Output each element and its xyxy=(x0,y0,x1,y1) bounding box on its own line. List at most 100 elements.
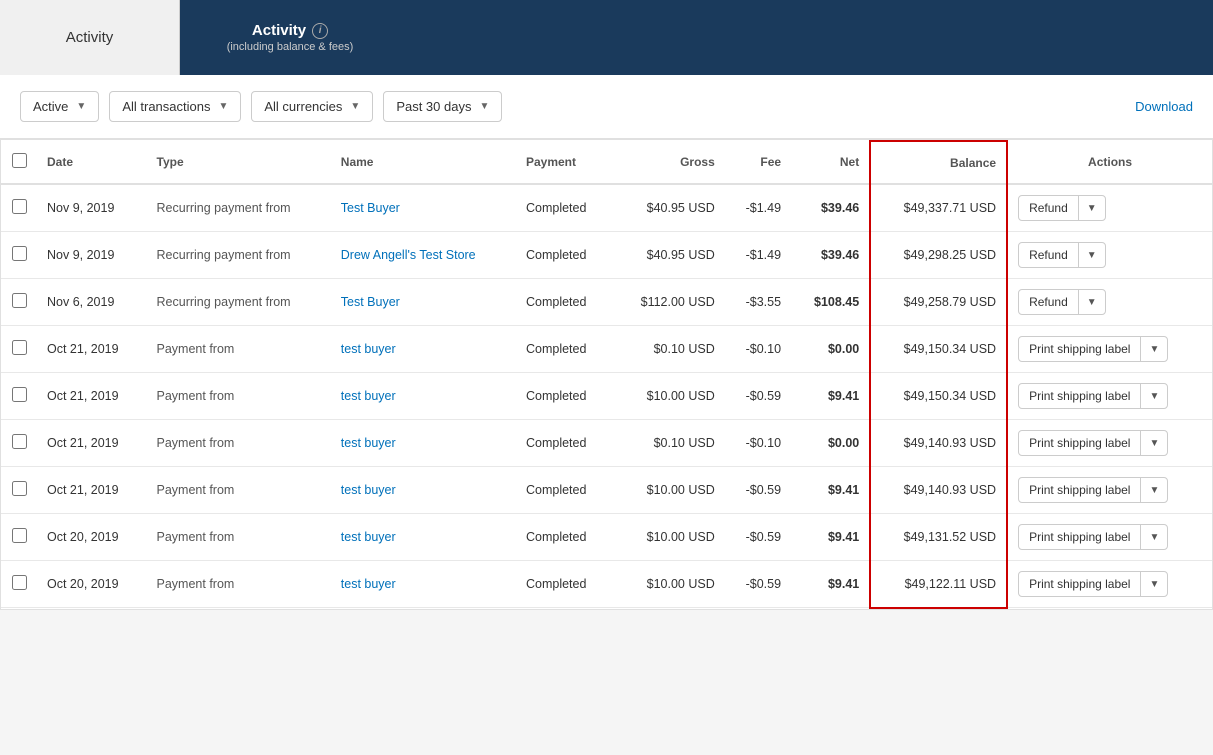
table-row: Oct 20, 2019 Payment from test buyer Com… xyxy=(1,561,1212,608)
row-name: Test Buyer xyxy=(331,184,516,232)
table-row: Oct 21, 2019 Payment from test buyer Com… xyxy=(1,420,1212,467)
action-button[interactable]: Print shipping label ▼ xyxy=(1018,336,1168,362)
action-btn-label[interactable]: Refund xyxy=(1019,196,1079,220)
row-fee: -$3.55 xyxy=(725,279,791,326)
row-checkbox[interactable] xyxy=(12,387,27,402)
row-date: Oct 21, 2019 xyxy=(37,373,147,420)
row-checkbox[interactable] xyxy=(12,246,27,261)
row-checkbox[interactable] xyxy=(12,481,27,496)
action-btn-chevron-icon[interactable]: ▼ xyxy=(1141,480,1167,501)
row-checkbox[interactable] xyxy=(12,340,27,355)
tab-activity-inactive[interactable]: Activity xyxy=(0,0,180,75)
row-name: Drew Angell's Test Store xyxy=(331,232,516,279)
row-name-link[interactable]: test buyer xyxy=(341,483,396,497)
row-date: Oct 21, 2019 xyxy=(37,420,147,467)
action-button[interactable]: Print shipping label ▼ xyxy=(1018,383,1168,409)
row-name-link[interactable]: Drew Angell's Test Store xyxy=(341,248,476,262)
row-name: Test Buyer xyxy=(331,279,516,326)
action-btn-chevron-icon[interactable]: ▼ xyxy=(1141,433,1167,454)
transactions-dropdown[interactable]: All transactions ▼ xyxy=(109,91,241,122)
select-all-checkbox[interactable] xyxy=(12,153,27,168)
row-gross: $0.10 USD xyxy=(612,420,725,467)
row-gross: $10.00 USD xyxy=(612,373,725,420)
row-balance: $49,140.93 USD xyxy=(870,467,1007,514)
action-button[interactable]: Print shipping label ▼ xyxy=(1018,571,1168,597)
row-name: test buyer xyxy=(331,514,516,561)
row-type: Recurring payment from xyxy=(147,232,331,279)
action-btn-label[interactable]: Print shipping label xyxy=(1019,384,1141,408)
info-icon[interactable]: i xyxy=(312,23,328,39)
action-button[interactable]: Refund ▼ xyxy=(1018,242,1106,268)
header-fee: Fee xyxy=(725,141,791,184)
row-name-link[interactable]: Test Buyer xyxy=(341,201,400,215)
download-button[interactable]: Download xyxy=(1135,99,1193,114)
row-payment: Completed xyxy=(516,232,612,279)
action-btn-label[interactable]: Refund xyxy=(1019,290,1079,314)
action-button[interactable]: Print shipping label ▼ xyxy=(1018,477,1168,503)
row-checkbox-cell xyxy=(1,279,37,326)
row-actions-cell: Print shipping label ▼ xyxy=(1007,326,1212,373)
row-checkbox[interactable] xyxy=(12,199,27,214)
row-gross: $40.95 USD xyxy=(612,184,725,232)
action-button[interactable]: Refund ▼ xyxy=(1018,195,1106,221)
row-fee: -$0.59 xyxy=(725,561,791,608)
action-btn-chevron-icon[interactable]: ▼ xyxy=(1079,198,1105,219)
action-btn-chevron-icon[interactable]: ▼ xyxy=(1141,339,1167,360)
action-btn-label[interactable]: Refund xyxy=(1019,243,1079,267)
status-label: Active xyxy=(33,99,68,114)
action-btn-chevron-icon[interactable]: ▼ xyxy=(1141,527,1167,548)
table-row: Oct 20, 2019 Payment from test buyer Com… xyxy=(1,514,1212,561)
row-checkbox[interactable] xyxy=(12,575,27,590)
row-checkbox-cell xyxy=(1,514,37,561)
action-btn-chevron-icon[interactable]: ▼ xyxy=(1141,386,1167,407)
row-payment: Completed xyxy=(516,326,612,373)
action-btn-chevron-icon[interactable]: ▼ xyxy=(1141,574,1167,595)
row-checkbox[interactable] xyxy=(12,434,27,449)
action-btn-chevron-icon[interactable]: ▼ xyxy=(1079,245,1105,266)
row-name-link[interactable]: test buyer xyxy=(341,342,396,356)
row-name-link[interactable]: test buyer xyxy=(341,577,396,591)
action-btn-chevron-icon[interactable]: ▼ xyxy=(1079,292,1105,313)
row-type: Payment from xyxy=(147,467,331,514)
action-btn-label[interactable]: Print shipping label xyxy=(1019,525,1141,549)
table-row: Oct 21, 2019 Payment from test buyer Com… xyxy=(1,467,1212,514)
row-actions-cell: Print shipping label ▼ xyxy=(1007,561,1212,608)
action-button[interactable]: Print shipping label ▼ xyxy=(1018,524,1168,550)
row-actions-cell: Print shipping label ▼ xyxy=(1007,420,1212,467)
status-dropdown[interactable]: Active ▼ xyxy=(20,91,99,122)
daterange-dropdown[interactable]: Past 30 days ▼ xyxy=(383,91,502,122)
row-checkbox-cell xyxy=(1,420,37,467)
row-payment: Completed xyxy=(516,373,612,420)
row-fee: -$0.59 xyxy=(725,373,791,420)
row-name-link[interactable]: test buyer xyxy=(341,436,396,450)
action-button[interactable]: Refund ▼ xyxy=(1018,289,1106,315)
row-date: Oct 20, 2019 xyxy=(37,514,147,561)
table-row: Nov 9, 2019 Recurring payment from Drew … xyxy=(1,232,1212,279)
row-actions-cell: Refund ▼ xyxy=(1007,184,1212,232)
row-date: Oct 20, 2019 xyxy=(37,561,147,608)
row-payment: Completed xyxy=(516,279,612,326)
row-checkbox[interactable] xyxy=(12,293,27,308)
tab-activity-active[interactable]: Activity i (including balance & fees) xyxy=(180,0,400,75)
row-net: $9.41 xyxy=(791,561,870,608)
action-button[interactable]: Print shipping label ▼ xyxy=(1018,430,1168,456)
row-name-link[interactable]: Test Buyer xyxy=(341,295,400,309)
table-row: Nov 9, 2019 Recurring payment from Test … xyxy=(1,184,1212,232)
action-btn-label[interactable]: Print shipping label xyxy=(1019,572,1141,596)
row-gross: $10.00 USD xyxy=(612,561,725,608)
row-type: Recurring payment from xyxy=(147,279,331,326)
row-name-link[interactable]: test buyer xyxy=(341,389,396,403)
header-bar: Activity Activity i (including balance &… xyxy=(0,0,1213,75)
action-btn-label[interactable]: Print shipping label xyxy=(1019,431,1141,455)
currencies-dropdown[interactable]: All currencies ▼ xyxy=(251,91,373,122)
row-balance: $49,140.93 USD xyxy=(870,420,1007,467)
row-net: $39.46 xyxy=(791,184,870,232)
currencies-label: All currencies xyxy=(264,99,342,114)
row-checkbox[interactable] xyxy=(12,528,27,543)
action-btn-label[interactable]: Print shipping label xyxy=(1019,337,1141,361)
action-btn-label[interactable]: Print shipping label xyxy=(1019,478,1141,502)
row-checkbox-cell xyxy=(1,184,37,232)
row-name-link[interactable]: test buyer xyxy=(341,530,396,544)
tab-inactive-label: Activity xyxy=(66,29,114,46)
tab-active-label: Activity xyxy=(252,22,306,39)
